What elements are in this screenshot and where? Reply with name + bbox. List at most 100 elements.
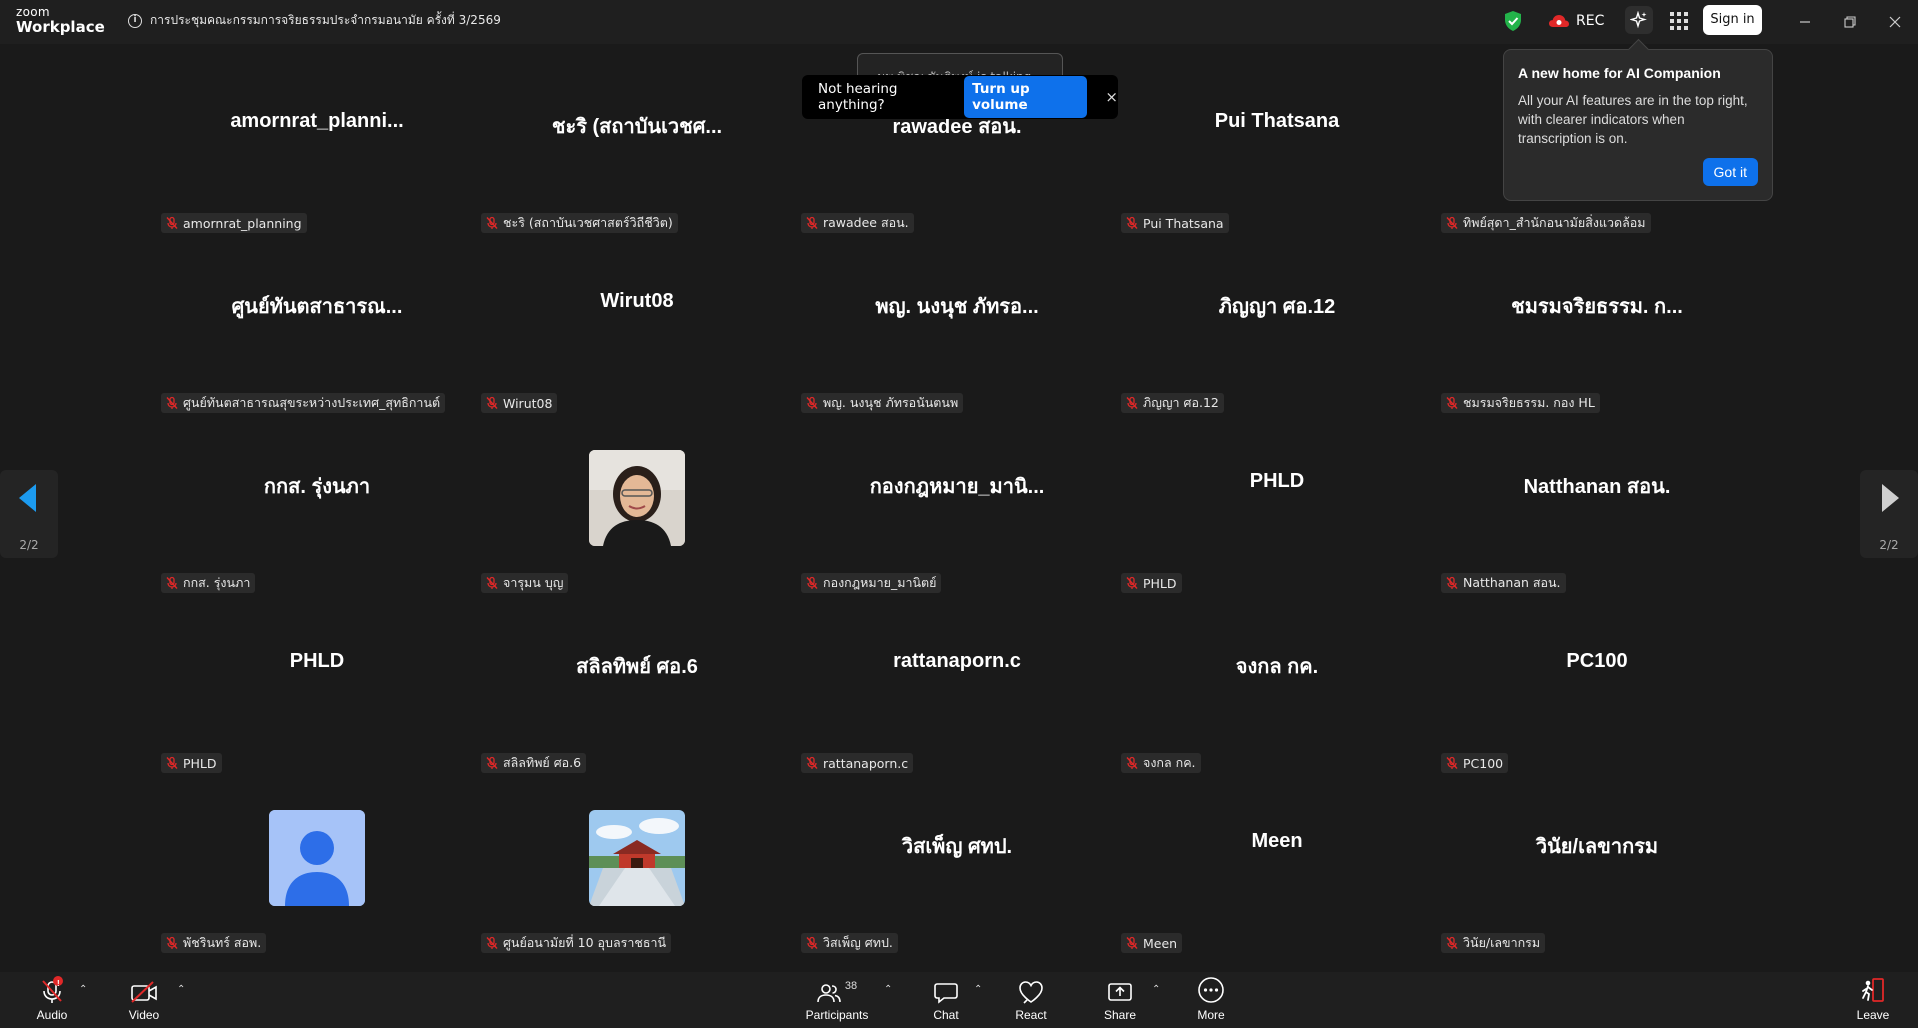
participant-name: ภิญญา ศอ.12	[1143, 395, 1219, 410]
chat-icon	[934, 983, 958, 1004]
participant-name-label: กองกฎหมาย_มานิตย์	[801, 573, 942, 593]
video-off-icon	[131, 981, 157, 1003]
participant-tile[interactable]: PC100 PC100	[1438, 599, 1756, 777]
participant-tile[interactable]: PHLD PHLD	[158, 599, 476, 777]
participant-name-label: วิสเพ็ญ ศทป.	[801, 933, 898, 953]
audio-button[interactable]: ! Audio	[36, 972, 68, 1028]
more-button[interactable]: More	[1195, 972, 1227, 1028]
chat-options-chevron-icon[interactable]: ⌃	[974, 984, 982, 995]
participant-tile[interactable]: จงกล กค. จงกล กค.	[1118, 599, 1436, 777]
react-button[interactable]: React	[1014, 972, 1048, 1028]
got-it-button[interactable]: Got it	[1702, 158, 1758, 186]
participants-label: Participants	[805, 1008, 869, 1022]
muted-microphone-icon	[42, 976, 63, 1003]
participant-display-name: ชมรมจริยธรรม. ก...	[1511, 296, 1683, 318]
participants-icon	[817, 984, 841, 1003]
previous-page-button[interactable]: 2/2	[0, 470, 58, 558]
participant-name: จารุมน บุญ	[503, 575, 564, 590]
participant-tile[interactable]: ชะริ (สถาบันเวชศ... ชะริ (สถาบันเวชศาสตร์…	[478, 59, 796, 237]
participant-name: พัชรินทร์ สอพ.	[183, 935, 262, 950]
participant-name-label: Pui Thatsana	[1121, 213, 1229, 233]
default-avatar-icon	[269, 810, 365, 906]
participant-tile[interactable]: Pui Thatsana Pui Thatsana	[1118, 59, 1436, 237]
heart-icon	[1019, 981, 1043, 1004]
popover-body: All your AI features are in the top righ…	[1518, 93, 1748, 146]
muted-mic-icon	[1126, 216, 1138, 229]
minimize-icon[interactable]	[1793, 10, 1817, 34]
participant-name-label: rawadee สอน.	[801, 213, 914, 233]
chat-button[interactable]: Chat	[931, 972, 961, 1028]
participant-tile[interactable]: ศูนย์ทันตสาธารณ... ศูนย์ทันตสาธารณสุขระหว…	[158, 239, 476, 417]
turn-up-volume-button[interactable]: Turn up volume	[964, 76, 1088, 118]
participant-tile[interactable]: amornrat_planni... amornrat_planning	[158, 59, 476, 237]
ai-companion-popover: A new home for AI Companion All your AI …	[1503, 49, 1773, 201]
brand-top: zoom	[16, 5, 50, 19]
recording-indicator[interactable]: REC	[1548, 10, 1604, 32]
participant-tile[interactable]: ศูนย์อนามัยที่ 10 อุบลราชธานี	[478, 779, 796, 957]
participant-name: rawadee สอน.	[823, 215, 909, 230]
restore-icon[interactable]	[1838, 10, 1862, 34]
participant-display-name: PHLD	[1249, 470, 1305, 492]
participants-button[interactable]: 38 Participants	[803, 972, 871, 1028]
audio-options-chevron-icon[interactable]: ⌃	[79, 984, 87, 995]
participant-tile[interactable]: พัชรินทร์ สอพ.	[158, 779, 476, 957]
muted-mic-icon	[486, 396, 498, 409]
muted-mic-icon	[1446, 936, 1458, 949]
participant-tile[interactable]: PHLD PHLD	[1118, 419, 1436, 597]
share-button[interactable]: Share	[1104, 972, 1136, 1028]
participant-tile[interactable]: rattanaporn.c rattanaporn.c	[798, 599, 1116, 777]
close-icon[interactable]: ×	[1105, 88, 1118, 106]
participant-display-name: พญ. นงนุช ภัทรอ...	[875, 296, 1039, 318]
participant-name: Wirut08	[503, 395, 553, 411]
share-options-chevron-icon[interactable]: ⌃	[1152, 984, 1160, 995]
participant-tile[interactable]: วินัย/เลขากรม วินัย/เลขากรม	[1438, 779, 1756, 957]
info-icon[interactable]: i	[128, 13, 142, 28]
participant-display-name: วินัย/เลขากรม	[1535, 836, 1659, 858]
participant-name: ศูนย์ทันตสาธารณสุขระหว่างประเทศ_สุทธิกาน…	[183, 395, 441, 410]
participant-name: ชะริ (สถาบันเวชศาสตร์วิถีชีวิต)	[503, 215, 673, 230]
meeting-info[interactable]: i การประชุมคณะกรรมการจริยธรรมประจำกรมอนา…	[128, 11, 501, 30]
participant-name: PHLD	[183, 755, 217, 771]
participant-display-name: rattanaporn.c	[893, 650, 1021, 672]
participant-tile[interactable]: สลิลทิพย์ ศอ.6 สลิลทิพย์ ศอ.6	[478, 599, 796, 777]
participant-tile[interactable]: ชมรมจริยธรรม. ก... ชมรมจริยธรรม. กอง HL	[1438, 239, 1756, 417]
participant-tile[interactable]: ภิญญา ศอ.12 ภิญญา ศอ.12	[1118, 239, 1436, 417]
chevron-left-icon	[19, 484, 36, 512]
participant-tile[interactable]: พญ. นงนุช ภัทรอ... พญ. นงนุช ภัทรอนันตนพ	[798, 239, 1116, 417]
close-window-icon[interactable]	[1883, 10, 1907, 34]
participant-name-label: Natthanan สอน.	[1441, 573, 1566, 593]
participant-display-name: วิสเพ็ญ ศทป.	[901, 836, 1013, 858]
participant-tile[interactable]: Natthanan สอน. Natthanan สอน.	[1438, 419, 1756, 597]
more-icon	[1198, 977, 1224, 1003]
muted-mic-icon	[1446, 216, 1458, 229]
apps-grid-icon[interactable]	[1667, 9, 1691, 33]
video-button[interactable]: Video	[126, 972, 162, 1028]
leave-label: Leave	[1856, 1008, 1890, 1022]
sign-in-button[interactable]: Sign in	[1703, 5, 1762, 35]
muted-mic-icon	[806, 936, 818, 949]
participant-name: rattanaporn.c	[823, 755, 909, 771]
react-label: React	[1015, 1008, 1047, 1022]
participant-name-label: rattanaporn.c	[801, 753, 914, 773]
participant-tile[interactable]: จารุมน บุญ	[478, 419, 796, 597]
participant-tile[interactable]: กองกฎหมาย_มานิ... กองกฎหมาย_มานิตย์	[798, 419, 1116, 597]
chat-label: Chat	[933, 1008, 959, 1022]
participant-name-label: PHLD	[1121, 573, 1182, 593]
participant-tile[interactable]: Wirut08 Wirut08	[478, 239, 796, 417]
shield-icon[interactable]	[1503, 10, 1523, 32]
leave-button[interactable]: Leave	[1855, 972, 1891, 1028]
participant-name: PC100	[1463, 755, 1504, 771]
participant-tile[interactable]: กกส. รุ่งนภา กกส. รุ่งนภา	[158, 419, 476, 597]
participant-name: กองกฎหมาย_มานิตย์	[823, 575, 937, 590]
participants-options-chevron-icon[interactable]: ⌃	[884, 984, 892, 995]
participant-tile[interactable]: Meen Meen	[1118, 779, 1436, 957]
video-options-chevron-icon[interactable]: ⌃	[177, 984, 185, 995]
muted-mic-icon	[486, 576, 498, 589]
participant-tile[interactable]: วิสเพ็ญ ศทป. วิสเพ็ญ ศทป.	[798, 779, 1116, 957]
ai-companion-button[interactable]	[1625, 6, 1653, 34]
muted-mic-icon	[486, 756, 498, 769]
participant-display-name: ศูนย์ทันตสาธารณ...	[231, 296, 403, 318]
participant-name: Natthanan สอน.	[1463, 575, 1561, 590]
next-page-button[interactable]: 2/2	[1860, 470, 1918, 558]
participant-name-label: ศูนย์ทันตสาธารณสุขระหว่างประเทศ_สุทธิกาน…	[161, 393, 446, 413]
